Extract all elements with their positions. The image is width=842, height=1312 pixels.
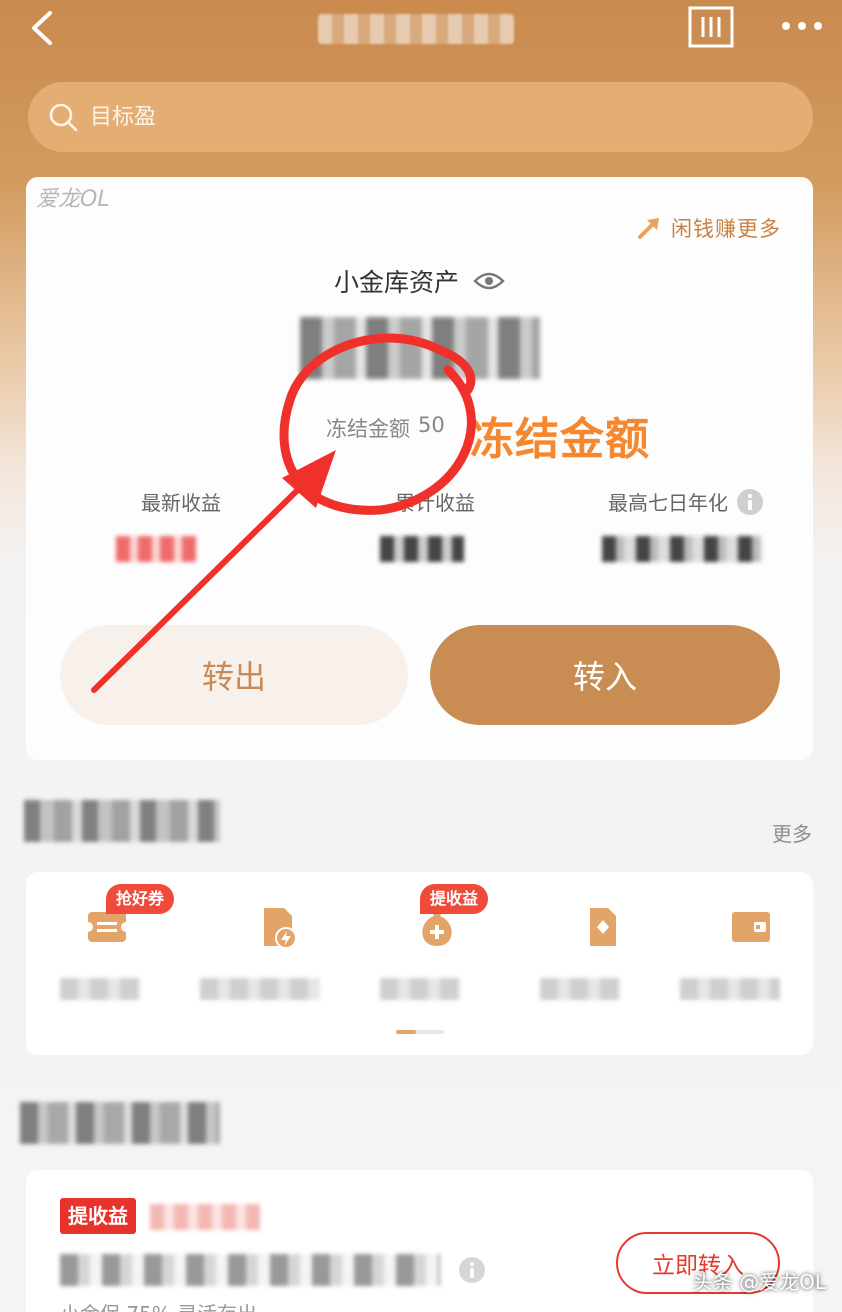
stat-label: 最新收益 bbox=[141, 491, 221, 515]
trend-arrow-icon bbox=[638, 218, 659, 239]
stat-value-redacted bbox=[116, 536, 196, 562]
frozen-amount: 冻结金额 50 bbox=[326, 413, 445, 443]
service-label-redacted bbox=[200, 978, 320, 1000]
asset-title-row: 小金库资产 bbox=[26, 263, 813, 299]
more-link[interactable]: 更多 bbox=[772, 818, 812, 847]
product-title-redacted bbox=[60, 1254, 440, 1286]
income-tag: 提收益 bbox=[60, 1198, 136, 1234]
search-input[interactable] bbox=[90, 82, 690, 152]
more-dots-icon[interactable] bbox=[780, 18, 824, 34]
service-item[interactable]: 抢好券 bbox=[46, 872, 175, 1012]
service-item[interactable]: 提收益 bbox=[376, 872, 496, 1012]
frozen-amount-value: 50 bbox=[418, 413, 445, 437]
asset-amount-redacted bbox=[300, 317, 540, 379]
services-card: 抢好券 提收益 bbox=[26, 872, 813, 1055]
stats-row: 最新收益 累计收益 最高七日年化 bbox=[26, 487, 813, 567]
diamond-card-icon bbox=[590, 908, 616, 946]
search-icon bbox=[49, 103, 78, 132]
service-item[interactable] bbox=[200, 872, 336, 1012]
frozen-amount-label: 冻结金额 bbox=[326, 417, 410, 441]
stat-value-redacted bbox=[380, 536, 464, 562]
wallet-icon bbox=[732, 912, 770, 942]
stat-value-redacted bbox=[602, 536, 762, 562]
menu-grid-icon[interactable] bbox=[688, 6, 734, 48]
back-arrow-icon[interactable] bbox=[26, 10, 60, 46]
page-indicator-active bbox=[396, 1030, 416, 1034]
section-title-redacted bbox=[24, 800, 220, 842]
service-label-redacted bbox=[680, 978, 780, 1000]
service-label-redacted bbox=[60, 978, 140, 1000]
top-bar bbox=[0, 0, 842, 60]
stat-total-income: 累计收益 bbox=[360, 487, 510, 562]
service-item[interactable] bbox=[680, 872, 810, 1012]
watermark-bottom: 头条 @爱龙OL bbox=[692, 1270, 826, 1294]
idle-money-link[interactable]: 闲钱赚更多 bbox=[637, 213, 781, 243]
search-bar[interactable] bbox=[28, 82, 813, 152]
asset-card: 爱龙OL 闲钱赚更多 小金库资产 冻结金额 50 冻结金额 最新收益 累计收益 bbox=[26, 177, 813, 760]
stat-max-seven-day: 最高七日年化 bbox=[586, 487, 786, 562]
product-subtitle: 小金保 75% 灵活存出 bbox=[60, 1298, 257, 1312]
info-icon[interactable] bbox=[736, 488, 764, 516]
stat-label: 最高七日年化 bbox=[608, 491, 728, 515]
page-indicator bbox=[396, 1030, 444, 1034]
service-item[interactable] bbox=[540, 872, 662, 1012]
frozen-amount-annotation: 冻结金额 bbox=[470, 414, 650, 465]
tag-redacted bbox=[150, 1204, 260, 1230]
transfer-in-button[interactable]: 转入 bbox=[430, 625, 780, 725]
asset-title: 小金库资产 bbox=[333, 268, 459, 297]
transfer-out-button[interactable]: 转出 bbox=[60, 625, 408, 725]
card-bolt-icon bbox=[264, 908, 297, 949]
section-title-redacted bbox=[20, 1102, 220, 1144]
idle-money-link-label: 闲钱赚更多 bbox=[671, 217, 781, 241]
service-label-redacted bbox=[540, 978, 620, 1000]
eye-icon[interactable] bbox=[473, 270, 505, 292]
page-title-redacted bbox=[318, 14, 514, 44]
service-label-redacted bbox=[380, 978, 460, 1000]
coupon-badge: 抢好券 bbox=[106, 884, 175, 914]
stat-latest-income: 最新收益 bbox=[106, 487, 256, 562]
income-badge: 提收益 bbox=[420, 884, 489, 914]
watermark-text: 爱龙OL bbox=[36, 187, 110, 212]
stat-label: 累计收益 bbox=[395, 491, 475, 515]
info-icon[interactable] bbox=[458, 1256, 486, 1284]
